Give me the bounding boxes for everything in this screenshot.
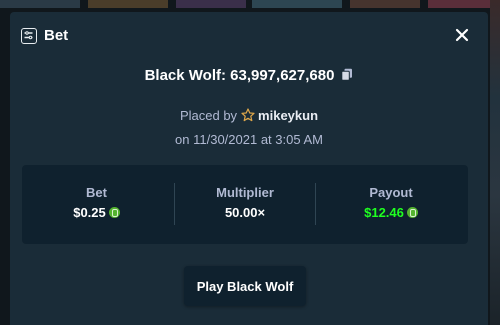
- multiplier-value: 50.00×: [224, 205, 266, 220]
- stat-payout: Payout $12.46: [316, 165, 466, 244]
- backdrop-thumbnail: [252, 0, 342, 8]
- stat-value: $12.46: [316, 205, 466, 220]
- copy-icon[interactable]: [341, 68, 353, 81]
- bet-slip-icon: [21, 28, 37, 44]
- stat-bet: Bet $0.25: [22, 165, 171, 244]
- coin-icon: [406, 207, 418, 218]
- stat-multiplier: Multiplier 50.00×: [175, 165, 315, 244]
- bet-amount: $0.25: [73, 205, 106, 220]
- backdrop-side-panel: [490, 0, 500, 325]
- stat-label: Bet: [86, 185, 107, 200]
- coin-icon: [108, 207, 120, 218]
- close-icon[interactable]: [452, 25, 472, 45]
- backdrop-thumbnail: [350, 0, 420, 8]
- backdrop-thumbnail: [176, 0, 246, 8]
- bet-stats-panel: Bet $0.25 Multiplier 50.00× Payout $12.4…: [22, 165, 468, 244]
- payout-amount: $12.46: [364, 205, 404, 220]
- backdrop-thumbnail: [88, 0, 168, 8]
- backdrop-thumbnail: [0, 0, 80, 8]
- username-link[interactable]: mikeykun: [258, 108, 318, 123]
- placed-by-line: Placed by mikeykun: [10, 108, 488, 125]
- bet-date: on 11/30/2021 at 3:05 AM: [175, 132, 323, 147]
- placed-by-label: Placed by: [179, 108, 238, 123]
- modal-header: Bet: [10, 12, 488, 62]
- stat-value: $0.25: [22, 205, 171, 220]
- bet-id-line: Black Wolf: 63,997,627,680: [10, 67, 488, 84]
- game-and-bet-id: Black Wolf: 63,997,627,680: [144, 67, 335, 84]
- vip-star-icon: [241, 108, 255, 125]
- modal-title: Bet: [44, 27, 69, 44]
- play-game-button[interactable]: Play Black Wolf: [184, 266, 306, 306]
- bet-modal: Bet Black Wolf: 63,997,627,680 Placed by…: [10, 12, 488, 325]
- stat-label: Payout: [369, 185, 413, 200]
- stat-label: Multiplier: [216, 185, 274, 200]
